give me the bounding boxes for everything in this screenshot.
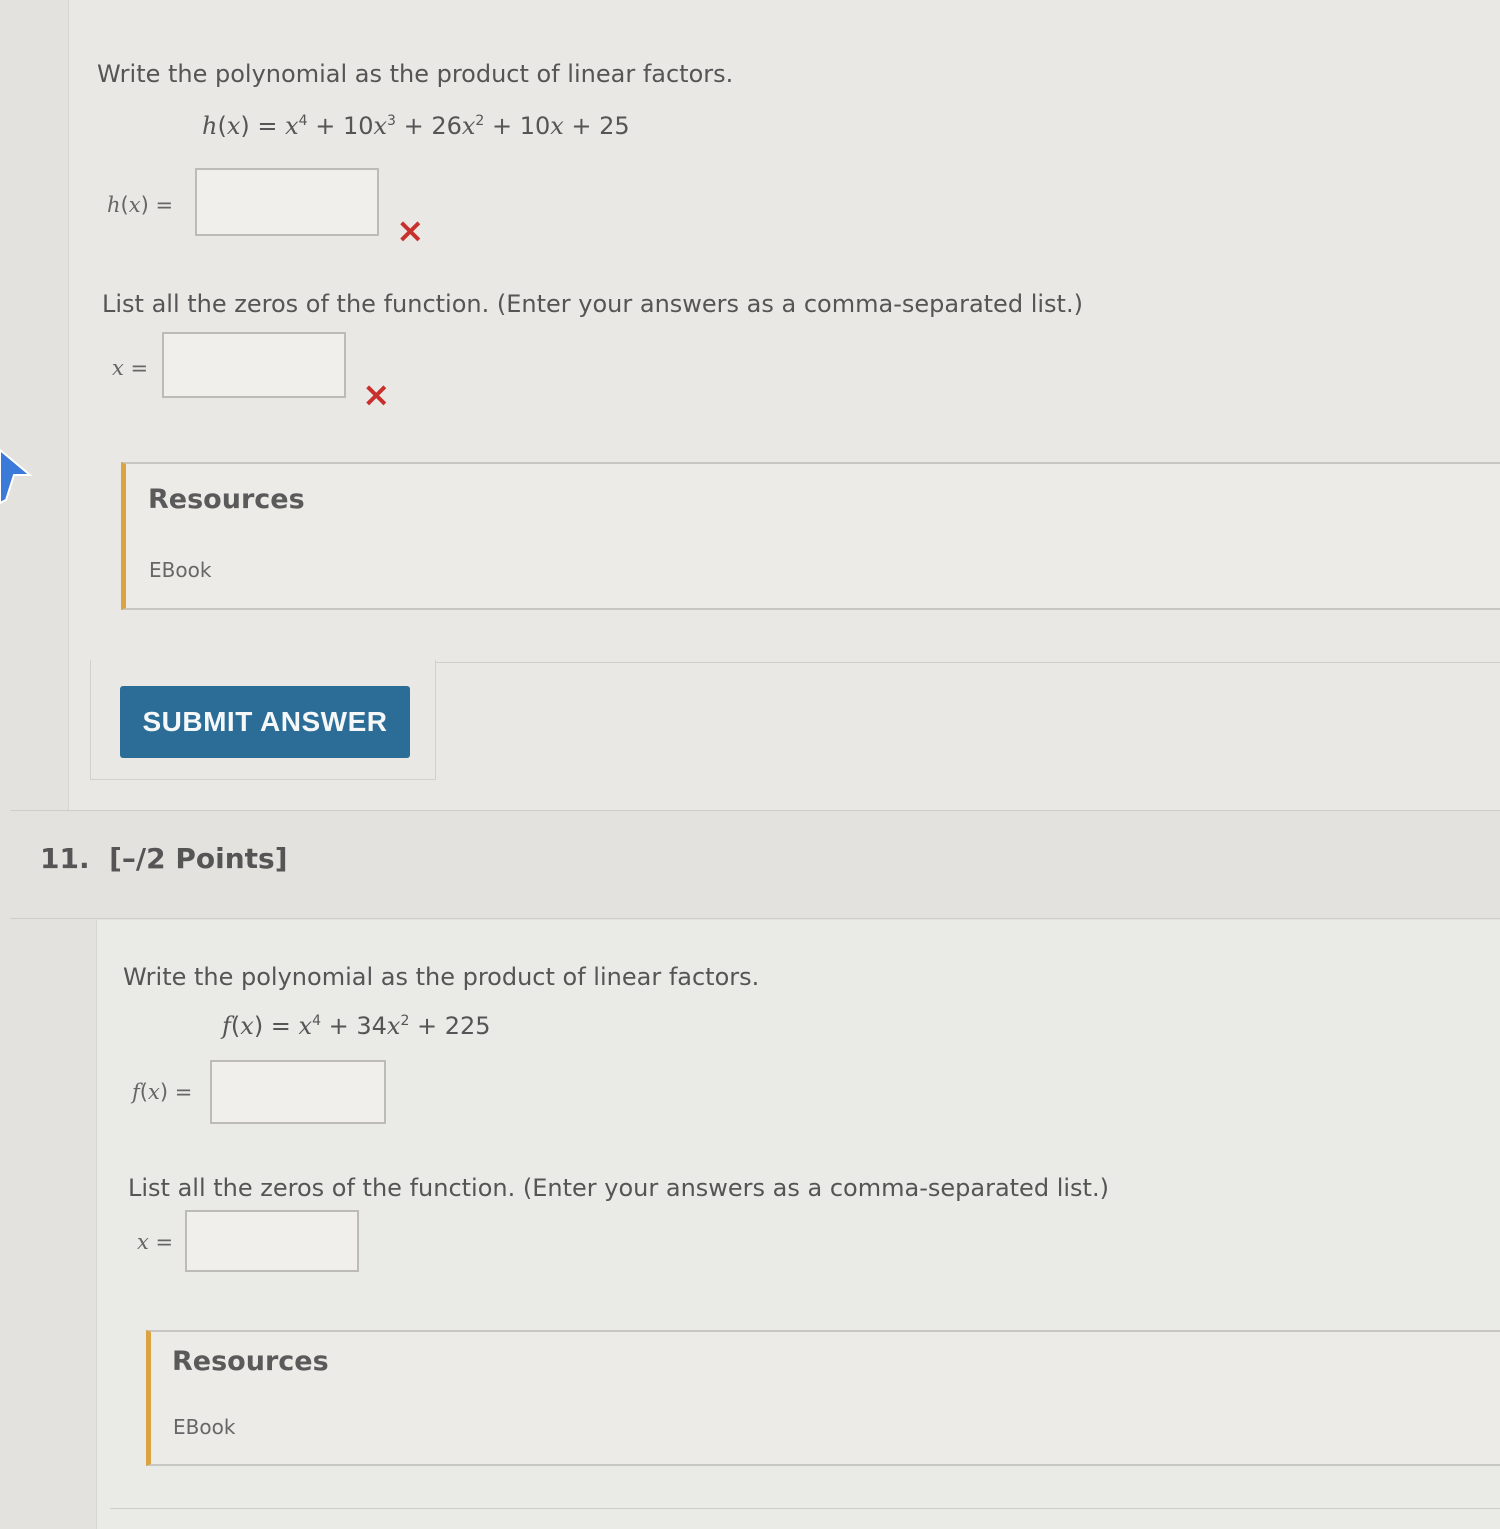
- divider: [10, 918, 1500, 919]
- q11-zeros-input[interactable]: [185, 1210, 359, 1272]
- q11-zeros-label: x =: [137, 1230, 174, 1254]
- q11-resources-box: [146, 1330, 1500, 1466]
- q11-factors-input[interactable]: [210, 1060, 386, 1124]
- q10-zeros-prompt: List all the zeros of the function. (Ent…: [102, 290, 1083, 318]
- divider: [10, 810, 1500, 811]
- q11-zeros-prompt: List all the zeros of the function. (Ent…: [128, 1174, 1109, 1202]
- q10-resources-title: Resources: [148, 484, 305, 515]
- q10-factors-label: h(x) =: [107, 193, 174, 217]
- q11-prompt: Write the polynomial as the product of l…: [123, 963, 760, 991]
- q11-resources-title: Resources: [172, 1346, 329, 1377]
- q11-factors-label: f(x) =: [132, 1080, 193, 1104]
- q11-equation: f(x) = x4 + 34x2 + 225: [222, 1012, 491, 1040]
- mouse-pointer-icon: [0, 448, 32, 505]
- q11-ebook-link[interactable]: EBook: [173, 1415, 235, 1439]
- q10-zeros-label: x =: [112, 356, 149, 380]
- submit-answer-button[interactable]: SUBMIT ANSWER: [120, 686, 410, 758]
- q10-equation: h(x) = x4 + 10x3 + 26x2 + 10x + 25: [202, 112, 630, 140]
- x-mark-icon: ×: [396, 211, 425, 251]
- divider: [110, 1508, 1500, 1509]
- divider: [436, 662, 1500, 663]
- q10-resources-box: [121, 462, 1500, 610]
- q11-header: 11. [–/2 Points]: [40, 842, 288, 875]
- q10-prompt: Write the polynomial as the product of l…: [97, 60, 734, 88]
- q10-ebook-link[interactable]: EBook: [149, 558, 211, 582]
- q10-zeros-input[interactable]: [162, 332, 346, 398]
- x-mark-icon: ×: [362, 375, 391, 415]
- q10-factors-input[interactable]: [195, 168, 379, 236]
